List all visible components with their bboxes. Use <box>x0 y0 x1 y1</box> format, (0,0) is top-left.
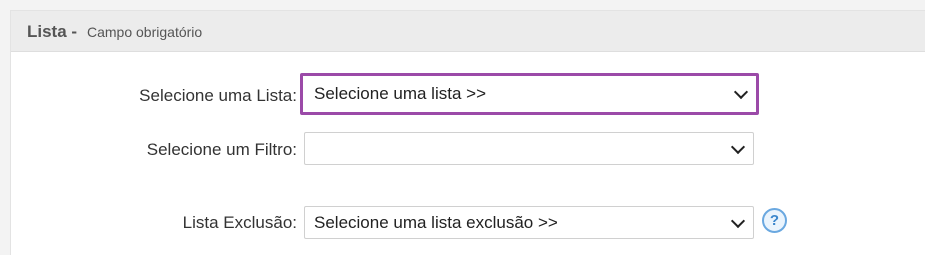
exclusao-select-value: Selecione uma lista exclusão >> <box>314 213 558 232</box>
filtro-select[interactable] <box>304 132 754 165</box>
exclusao-label: Lista Exclusão: <box>182 213 297 232</box>
filtro-label: Selecione um Filtro: <box>146 140 297 159</box>
panel-title: Lista - <box>27 22 78 41</box>
lista-label: Selecione uma Lista: <box>139 86 297 105</box>
lista-select-value: Selecione uma lista >> <box>314 84 486 103</box>
question-circle-icon[interactable]: ? <box>762 208 787 233</box>
panel-subtitle: Campo obrigatório <box>87 24 203 40</box>
lista-select[interactable]: Selecione uma lista >> <box>300 73 759 115</box>
chevron-down-icon <box>733 84 749 100</box>
exclusao-select[interactable]: Selecione uma lista exclusão >> <box>304 206 754 239</box>
chevron-down-icon <box>730 213 746 228</box>
panel-header: Lista - Campo obrigatório <box>11 11 925 52</box>
chevron-down-icon <box>730 139 746 154</box>
